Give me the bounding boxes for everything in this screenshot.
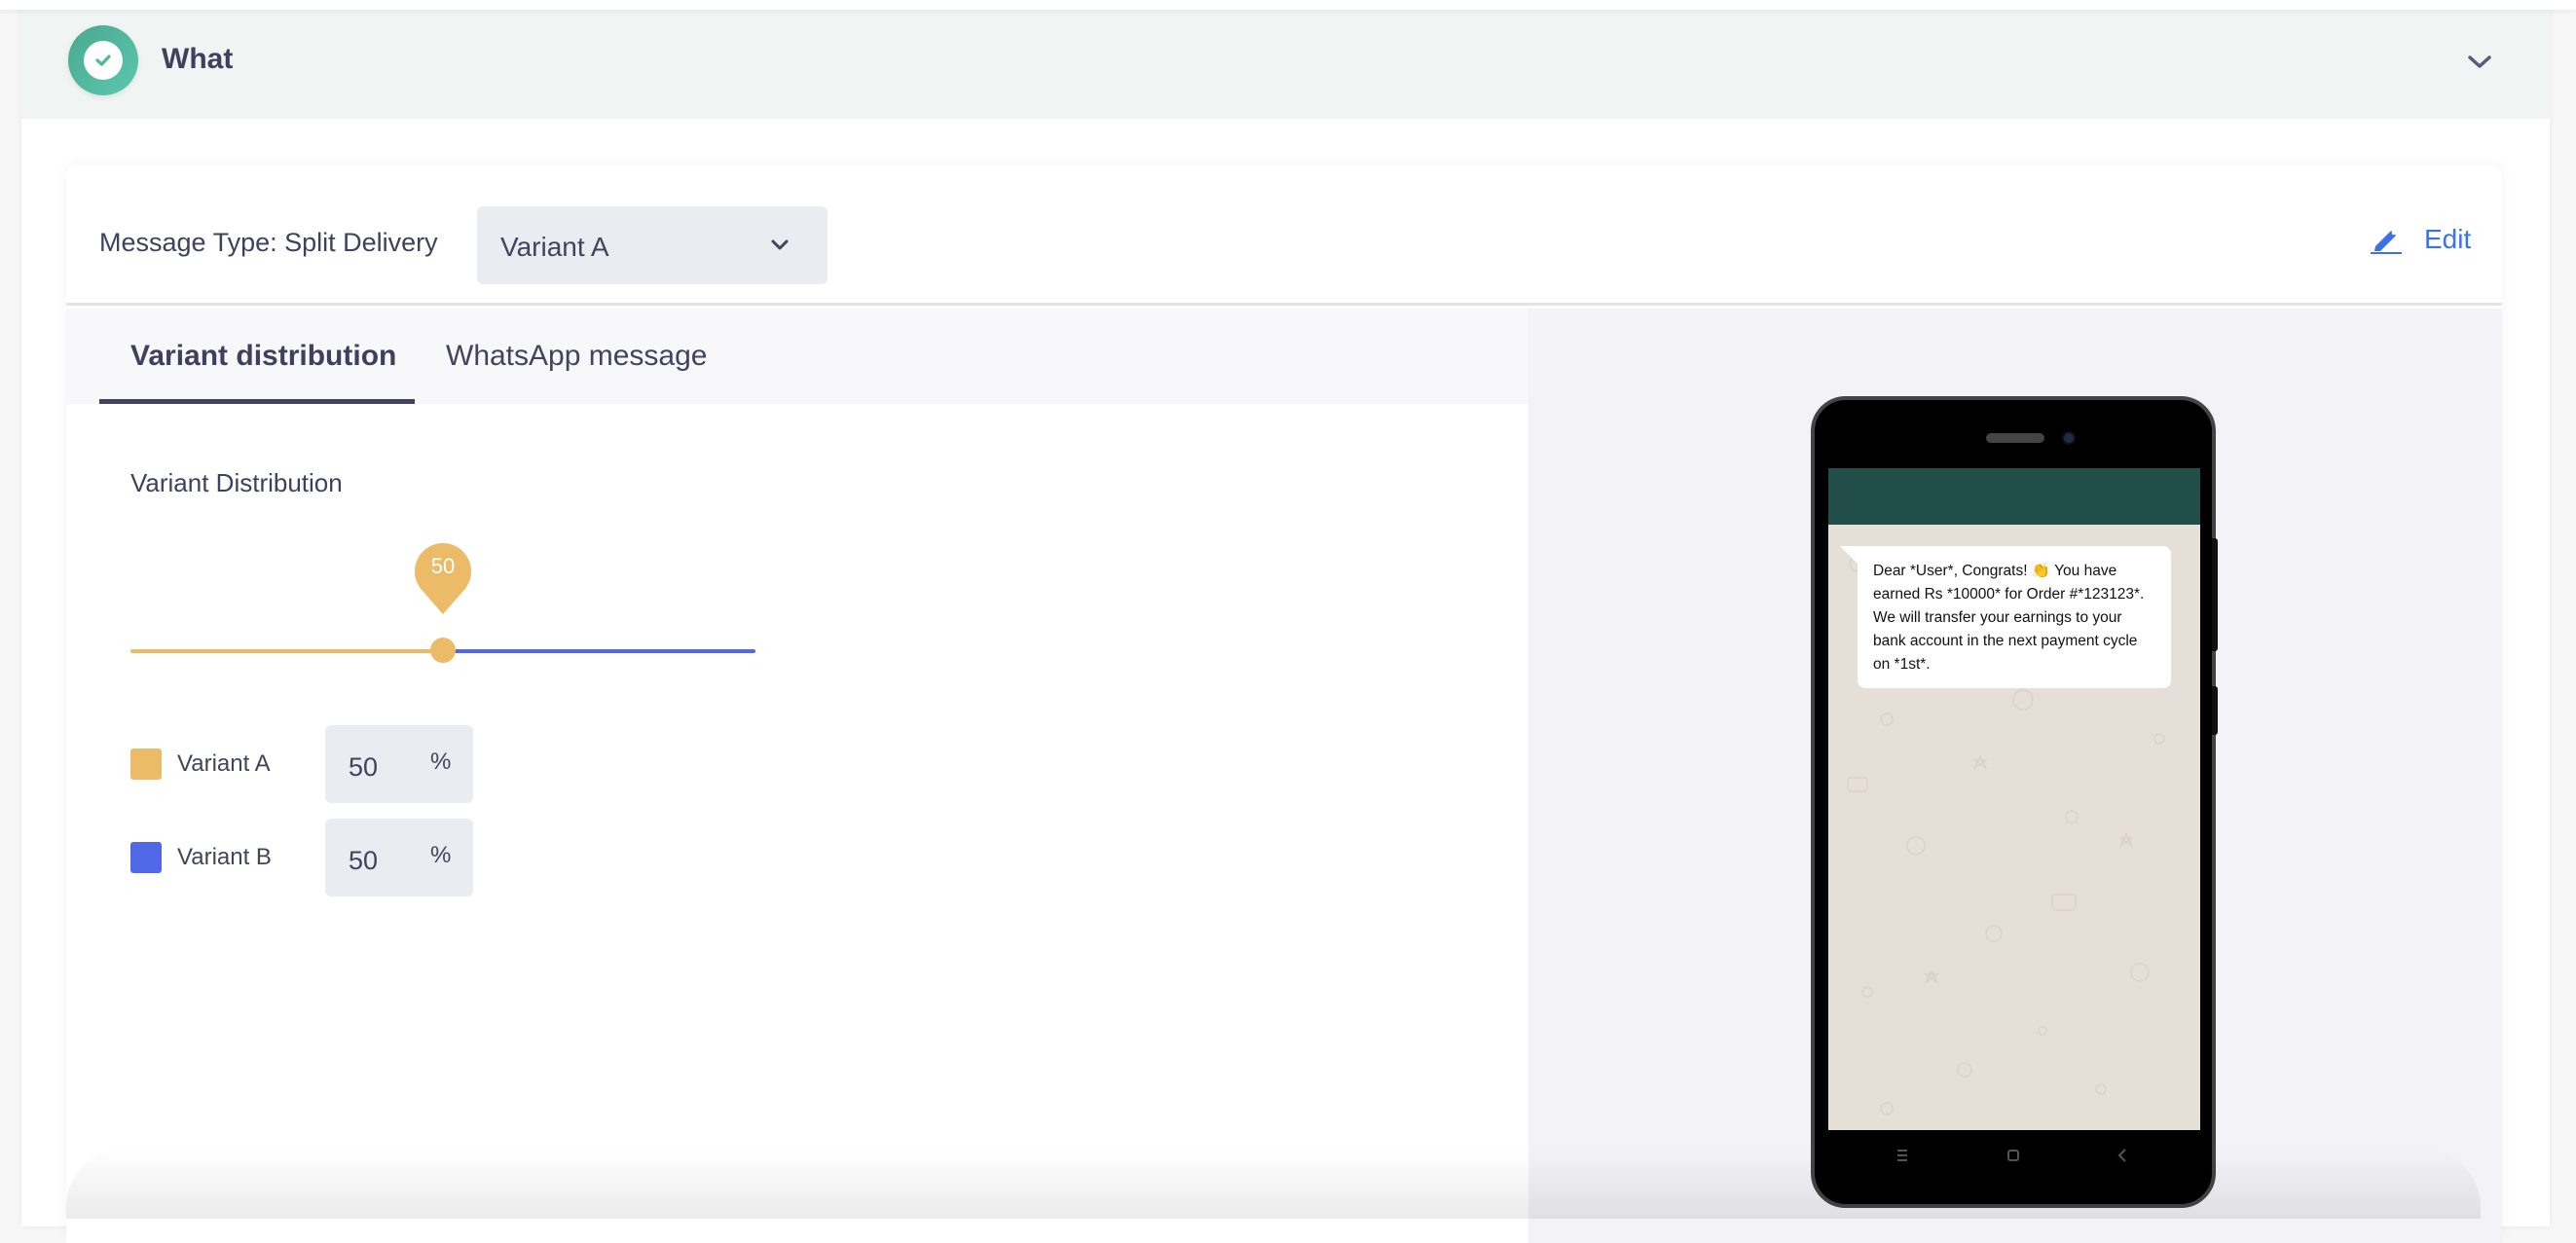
variant-b-percent-input[interactable] [349,846,417,876]
campaign-step-container: What Message Type: Split Delivery Varian… [21,10,2550,1243]
section-header-what[interactable]: What [21,10,2550,119]
variant-b-color-swatch [130,842,162,873]
slider-value-tooltip: 50 [413,538,473,616]
variant-a-color-swatch [130,749,162,780]
variant-distribution-title: Variant Distribution [130,468,343,497]
chevron-down-icon [771,239,789,250]
distribution-slider[interactable]: 50 [130,543,755,663]
variant-b-percent-field[interactable]: % [325,819,473,896]
back-icon [2117,1149,2126,1162]
menu-icon [1897,1150,1907,1161]
chevron-down-icon[interactable] [2465,51,2494,74]
variant-select-value: Variant A [500,232,609,262]
slider-track-variant-a [130,649,443,653]
home-icon [2007,1150,2019,1161]
phone-mockup: Dear *User*, Congrats! 👏 You have earned… [1811,396,2218,1208]
whatsapp-header-bar [1828,468,2200,525]
phone-camera [2062,431,2076,445]
section-title: What [162,43,234,75]
phone-speaker [1986,433,2044,443]
message-card: Message Type: Split Delivery Variant A E… [66,165,2502,1243]
message-bubble-tail [1840,546,1858,564]
phone-screen: Dear *User*, Congrats! 👏 You have earned… [1828,468,2200,1130]
step-complete-badge [68,25,138,95]
slider-thumb[interactable] [430,638,456,663]
tab-variant-distribution[interactable]: Variant distribution [99,309,415,404]
slider-track-variant-b [443,649,755,653]
variant-a-percent-field[interactable]: % [325,725,473,803]
tab-whatsapp-message[interactable]: WhatsApp message [415,309,726,404]
phone-power-button [2212,686,2218,735]
message-type-label: Message Type: Split Delivery [99,228,438,257]
variant-a-percent-input[interactable] [349,752,417,783]
edit-button[interactable]: Edit [2370,220,2471,259]
top-strip [0,0,2576,10]
pencil-icon [2371,231,2402,254]
message-config-bar: Message Type: Split Delivery Variant A E… [66,165,2502,306]
variant-select[interactable]: Variant A [477,206,828,284]
whatsapp-preview-panel: Dear *User*, Congrats! 👏 You have earned… [1528,309,2502,1243]
variant-panel: Variant distribution WhatsApp message Va… [66,309,1528,1243]
phone-volume-button [2212,538,2218,651]
check-icon [95,55,111,66]
tab-bar: Variant distribution WhatsApp message [66,309,1528,404]
variant-a-label: Variant A [177,750,271,777]
phone-nav-bar [1815,1136,2212,1175]
variant-b-label: Variant B [177,844,272,870]
message-bubble: Dear *User*, Congrats! 👏 You have earned… [1858,546,2171,688]
edit-label: Edit [2424,224,2472,254]
